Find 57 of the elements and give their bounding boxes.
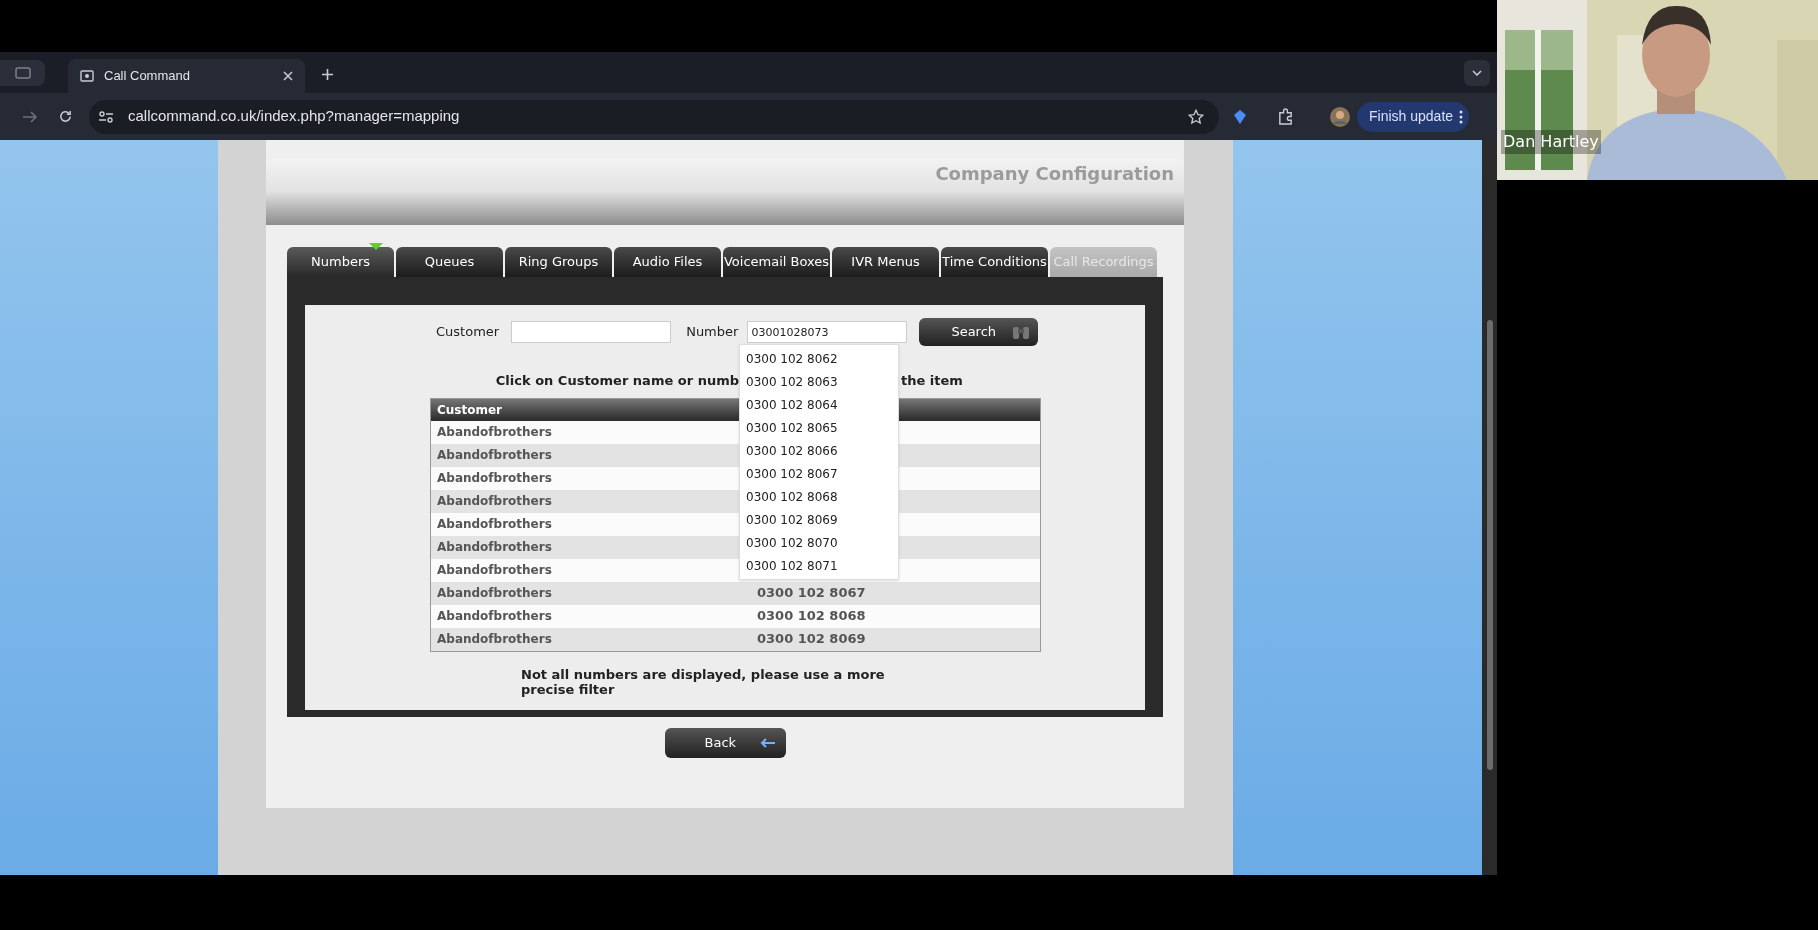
browser-tab[interactable]: Call Command bbox=[68, 59, 305, 93]
number-link[interactable]: 0300 102 8068 bbox=[757, 606, 866, 626]
finish-update-button[interactable]: Finish update bbox=[1357, 101, 1470, 132]
participant-name: Dan Hartley bbox=[1501, 130, 1601, 154]
gem-icon[interactable] bbox=[1233, 108, 1247, 125]
site-info-icon[interactable] bbox=[98, 109, 114, 124]
chevron-down-icon bbox=[1472, 70, 1482, 76]
customer-link[interactable]: Abandofbrothers bbox=[431, 630, 757, 648]
suggestion-item[interactable]: 0300 102 8063 bbox=[740, 370, 898, 393]
active-marker-icon bbox=[369, 243, 383, 250]
number-link[interactable]: 0300 102 8067 bbox=[757, 583, 866, 603]
customer-field[interactable] bbox=[511, 321, 672, 343]
page-tab[interactable]: Ring Groups bbox=[505, 247, 612, 277]
page-tab[interactable]: Audio Files bbox=[614, 247, 721, 277]
notice-text: Not all numbers are displayed, please use a more precise filter bbox=[521, 666, 886, 697]
suggestion-item[interactable]: 0300 102 8064 bbox=[740, 393, 898, 416]
page-tab[interactable]: Time Conditions bbox=[941, 247, 1048, 277]
reload-icon[interactable] bbox=[58, 109, 73, 124]
window-icon bbox=[14, 67, 31, 79]
address-bar[interactable]: callcommand.co.uk/index.php?manager=mapping bbox=[89, 99, 1219, 134]
forward-icon[interactable] bbox=[22, 109, 38, 124]
page-tab[interactable]: Queues bbox=[396, 247, 503, 277]
page-icon bbox=[80, 70, 94, 82]
instruction-text: Click on Customer name or numb bbox=[494, 372, 739, 390]
suggestion-item[interactable]: 0300 102 8070 bbox=[740, 531, 898, 554]
suggestion-item[interactable]: 0300 102 8065 bbox=[740, 416, 898, 439]
customer-link[interactable]: Abandofbrothers bbox=[431, 584, 757, 602]
suggestion-item[interactable]: 0300 102 8069 bbox=[740, 508, 898, 531]
extensions-icon[interactable] bbox=[1277, 108, 1294, 125]
tab-search-button[interactable] bbox=[0, 60, 45, 86]
page-tab[interactable]: Voicemail Boxes bbox=[723, 247, 830, 277]
number-field[interactable]: 03001028073 bbox=[747, 321, 908, 343]
tab-list-button[interactable] bbox=[1464, 60, 1490, 86]
page-title: Company Configuration bbox=[935, 162, 1174, 186]
tab-title: Call Command bbox=[104, 67, 191, 86]
binoculars-icon bbox=[1012, 324, 1031, 340]
instruction-text: the item bbox=[901, 372, 963, 390]
profile-avatar[interactable] bbox=[1330, 106, 1350, 127]
column-header: Customer bbox=[436, 401, 503, 419]
suggestion-item[interactable]: 0300 102 8066 bbox=[740, 439, 898, 462]
back-button[interactable]: Back bbox=[664, 728, 786, 758]
left-arrow-icon bbox=[759, 738, 776, 748]
page-tab[interactable]: IVR Menus bbox=[832, 247, 939, 277]
customer-link[interactable]: Abandofbrothers bbox=[431, 607, 757, 625]
close-icon[interactable] bbox=[283, 71, 293, 81]
suggestion-item[interactable]: 0300 102 8071 bbox=[740, 554, 898, 577]
search-button[interactable]: Search bbox=[919, 318, 1039, 346]
number-link[interactable]: 0300 102 8069 bbox=[757, 629, 866, 649]
number-label: Number bbox=[686, 323, 739, 342]
scrollbar-thumb[interactable] bbox=[1486, 320, 1493, 770]
suggestion-item[interactable]: 0300 102 8068 bbox=[740, 485, 898, 508]
bookmark-star-icon[interactable] bbox=[1188, 108, 1204, 125]
url-text: callcommand.co.uk/index.php?manager=mapping bbox=[128, 106, 460, 127]
suggestion-item[interactable]: 0300 102 8062 bbox=[740, 347, 898, 370]
more-icon bbox=[1459, 109, 1464, 124]
suggestion-item[interactable]: 0300 102 8067 bbox=[740, 462, 898, 485]
customer-label: Customer bbox=[436, 323, 500, 342]
